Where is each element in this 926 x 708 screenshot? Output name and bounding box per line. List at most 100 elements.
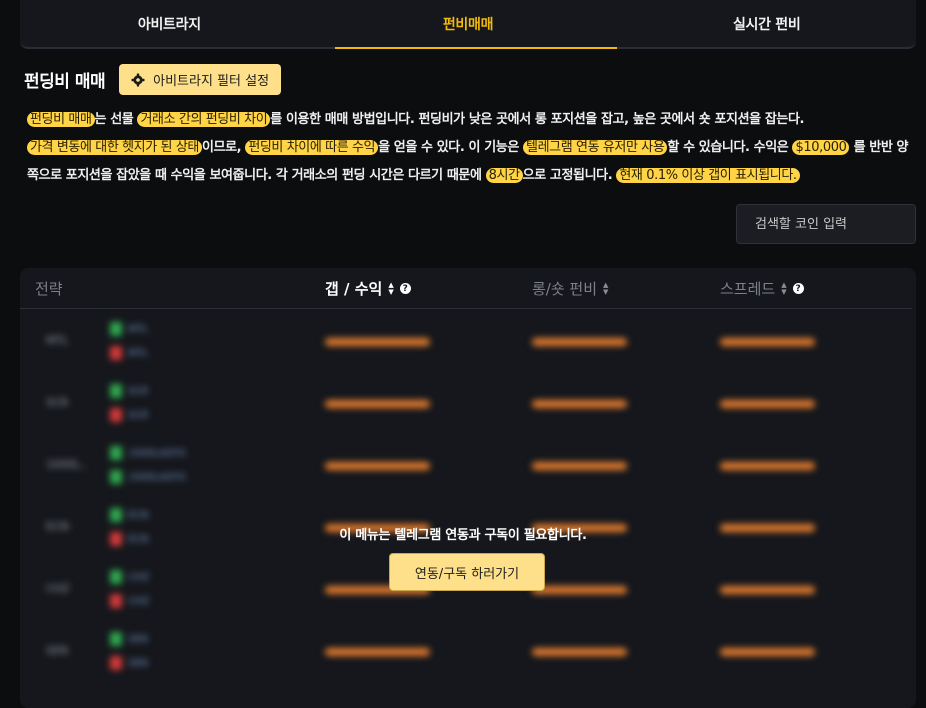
highlight: 8시간 (485, 168, 523, 183)
gap-bar (325, 462, 430, 470)
short-symbol: CHZ (128, 595, 150, 607)
header-strategy: 전략 (35, 278, 63, 299)
long-leg: 1000LADYS (110, 446, 186, 460)
coin-symbol: 1000L.. (46, 458, 88, 471)
long-leg: SCR (110, 384, 148, 398)
long-leg: CHZ (110, 570, 149, 584)
short-symbol: SEN (128, 657, 149, 669)
page-title: 펀딩비 매매 (24, 72, 106, 92)
short-symbol: 1000LADYS (128, 471, 186, 483)
long-symbol: SCR (128, 385, 149, 397)
table-row: SCR SCR SCR (20, 372, 916, 434)
short-badge (110, 594, 122, 608)
gear-icon (131, 73, 145, 87)
long-badge (110, 384, 122, 398)
text: 이므로, (201, 140, 246, 155)
long-symbol: MTL (128, 323, 149, 335)
highlight: 거래소 간의 펀딩비 차이 (137, 112, 271, 127)
short-symbol: SCR (128, 409, 149, 421)
filter-button-label: 아비트라지 필터 설정 (153, 74, 270, 89)
long-symbol: 1000LADYS (128, 447, 186, 459)
coin-symbol: SCR (46, 396, 69, 409)
highlight: 가격 변동에 대한 헷지가 된 상태 (27, 140, 202, 155)
short-leg: MTL (110, 346, 148, 360)
short-leg: SEN (110, 656, 148, 670)
tab-bar: 아비트라지 펀비매매 실시간 펀비 (20, 0, 916, 49)
long-badge (110, 632, 122, 646)
table-row: 1000L.. 1000LADYS 1000LADYS (20, 434, 916, 496)
sort-icon[interactable]: ▲ ▼ (781, 281, 786, 296)
coin-symbol: CHZ (46, 582, 70, 595)
long-leg: ECN (110, 508, 149, 522)
arbitrage-filter-button[interactable]: 아비트라지 필터 설정 (119, 64, 282, 95)
lock-message: 이 메뉴는 텔레그램 연동과 구독이 필요합니다. (339, 528, 587, 543)
highlight: 펀딩비 차이에 따른 수익 (245, 140, 379, 155)
funding-table: 전략 갭 / 수익 ▲ ▼ ? 롱/숏 펀비 ▲ ▼ 스프레드 ▲ ▼ ? MTL M… (20, 268, 916, 708)
funding-bar (532, 338, 627, 346)
short-badge (110, 408, 122, 422)
short-leg: 1000LADYS (110, 470, 186, 484)
table-row: MTL MTL MTL (20, 310, 916, 372)
short-badge (110, 656, 122, 670)
sort-icon[interactable]: ▲ ▼ (388, 281, 393, 296)
spread-bar (720, 648, 815, 656)
tab-realtime-funding[interactable]: 실시간 펀비 (617, 0, 916, 47)
funding-bar (532, 586, 627, 594)
text: 는 선물 (94, 112, 138, 127)
short-badge (110, 346, 122, 360)
coin-search[interactable] (736, 204, 916, 244)
text: 으로 고정됩니다. (522, 168, 617, 183)
help-icon[interactable]: ? (792, 283, 804, 294)
short-symbol: MTL (128, 347, 149, 359)
long-leg: SEN (110, 632, 148, 646)
table-body: MTL MTL MTL SCR SCR SCR 1000L.. 1000LADY… (20, 310, 916, 682)
header-strategy-label: 전략 (35, 280, 63, 298)
text: 를 이용한 매매 방법입니다. 펀딩비가 낮은 곳에서 롱 포지션을 잡고, 높… (270, 112, 805, 127)
subscribe-button[interactable]: 연동/구독 하러가기 (389, 553, 545, 591)
text: 할 수 있습니다. 수익은 (667, 140, 793, 155)
long-badge (110, 322, 122, 336)
text: 을 얻을 수 있다. 이 기능은 (378, 140, 524, 155)
spread-bar (720, 462, 815, 470)
highlight: 현재 0.1% 이상 갭이 표시됩니다. (616, 168, 800, 183)
help-icon[interactable]: ? (399, 283, 411, 294)
short-leg: CHZ (110, 594, 149, 608)
sort-icon[interactable]: ▲ ▼ (603, 281, 608, 296)
long-badge (110, 570, 122, 584)
gap-bar (325, 338, 430, 346)
coin-symbol: MTL (46, 334, 69, 347)
funding-bar (532, 648, 627, 656)
tab-arbitrage[interactable]: 아비트라지 (20, 0, 319, 47)
table-header: 전략 갭 / 수익 ▲ ▼ ? 롱/숏 펀비 ▲ ▼ 스프레드 ▲ ▼ ? (20, 268, 912, 309)
spread-bar (720, 338, 815, 346)
spread-bar (720, 586, 815, 594)
funding-bar (532, 462, 627, 470)
funding-bar (532, 400, 627, 408)
gap-bar (325, 648, 430, 656)
highlight: 텔레그램 연동 유저만 사용 (523, 140, 668, 155)
short-badge (110, 470, 122, 484)
page-header: 펀딩비 매매 아비트라지 필터 설정 (24, 64, 282, 95)
long-leg: MTL (110, 322, 148, 336)
spread-bar (720, 400, 815, 408)
description: 펀딩비 매매 는 선물 거래소 간의 펀딩비 차이 를 이용한 매매 방법입니다. … (27, 106, 917, 190)
highlight: 펀딩비 매매 (27, 112, 95, 127)
gap-bar (325, 400, 430, 408)
header-spread-label: 스프레드 (720, 280, 776, 298)
short-leg: SCR (110, 408, 148, 422)
coin-symbol: SEN (46, 644, 69, 657)
header-long-short-label: 롱/숏 펀비 (532, 280, 598, 298)
tab-funding-trade[interactable]: 펀비매매 (319, 0, 618, 49)
header-long-short[interactable]: 롱/숏 펀비 ▲ ▼ (532, 278, 608, 299)
table-row: SEN SEN SEN (20, 620, 916, 682)
header-spread[interactable]: 스프레드 ▲ ▼ ? (720, 278, 804, 299)
header-gap-label: 갭 / 수익 (325, 280, 383, 298)
long-symbol: CHZ (128, 571, 150, 583)
search-input[interactable] (753, 215, 907, 233)
long-symbol: SEN (128, 633, 149, 645)
long-badge (110, 508, 122, 522)
long-symbol: ECN (128, 509, 149, 521)
long-badge (110, 446, 122, 460)
header-gap[interactable]: 갭 / 수익 ▲ ▼ ? (325, 278, 411, 299)
highlight: $10,000 (792, 140, 850, 155)
